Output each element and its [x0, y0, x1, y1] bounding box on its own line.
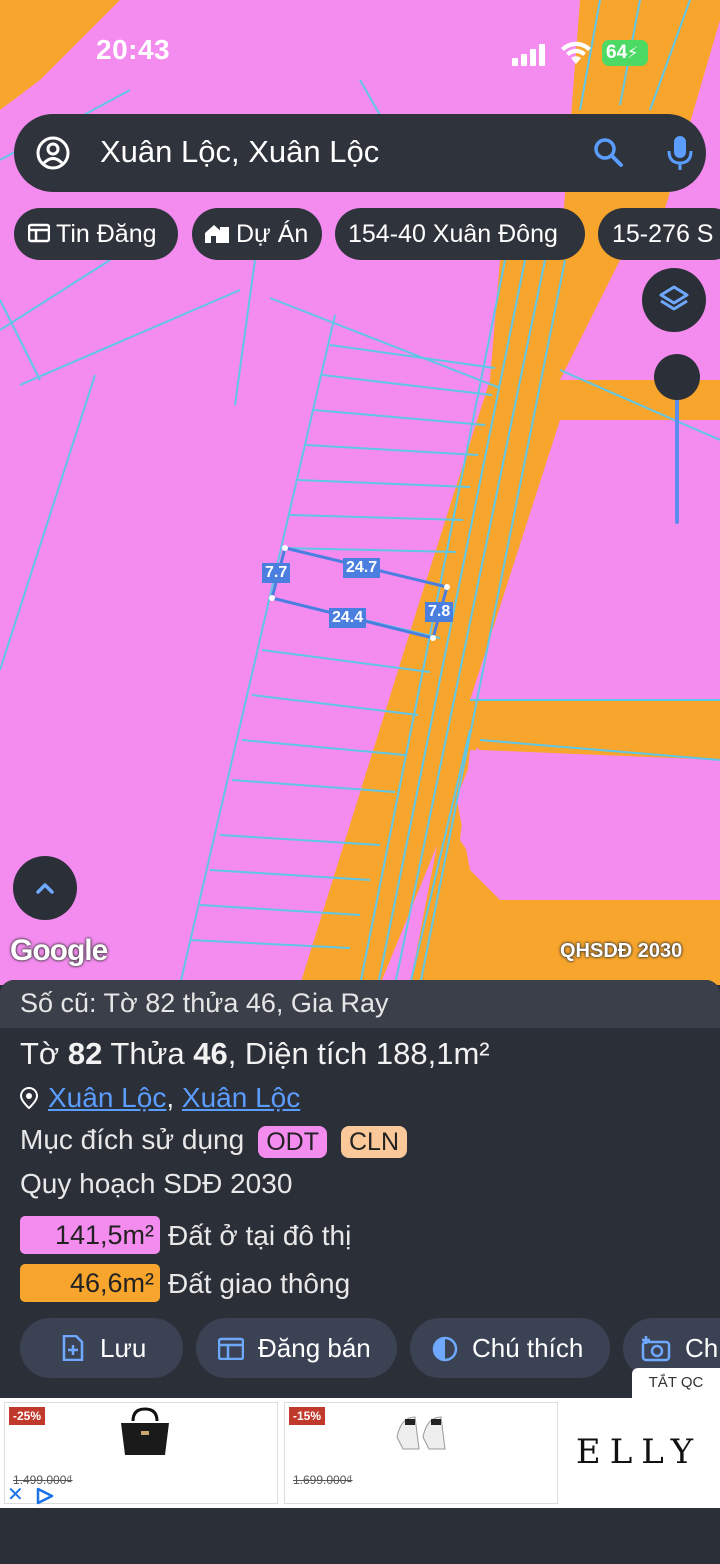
hide-ads-button[interactable]: TẮT QC	[632, 1368, 720, 1398]
chip-label: Tin Đăng	[56, 220, 157, 248]
old-number-row: Số cũ: Tờ 82 thửa 46, Gia Ray	[0, 980, 720, 1028]
legend-label: Chú thích	[472, 1333, 584, 1363]
location-row: Xuân Lộc, Xuân Lộc	[19, 1082, 300, 1114]
save-file-icon	[62, 1335, 84, 1361]
chip-saved-parcel-2[interactable]: 15-276 S	[598, 208, 720, 260]
chip-du-an[interactable]: Dự Án	[192, 208, 322, 260]
layers-button[interactable]	[642, 268, 706, 332]
discount-badge: -25%	[9, 1407, 46, 1425]
ad-product-card[interactable]: -15% 1.699.000₫	[284, 1402, 558, 1504]
status-time: 20:43	[96, 34, 171, 65]
residential-block-right-bottom	[460, 750, 720, 900]
google-watermark: Google	[10, 934, 108, 967]
district-link[interactable]: Xuân Lộc	[48, 1082, 166, 1113]
measure-bottom-label: 24.4	[329, 608, 367, 628]
microphone-icon[interactable]	[666, 134, 694, 172]
sell-label: Đăng bán	[258, 1333, 371, 1363]
legend-button[interactable]: Chú thích	[410, 1318, 610, 1378]
measure-top-label: 24.7	[343, 558, 381, 578]
battery-level: 64	[606, 42, 628, 63]
purpose-label: Mục đích sử dụng	[20, 1124, 245, 1155]
ad-close-icon[interactable]: ✕	[7, 1485, 24, 1505]
battery-indicator: 64⚡	[602, 40, 648, 66]
chip-saved-parcel-1[interactable]: 154-40 Xuân Đông	[335, 208, 585, 260]
sandals-image	[396, 1416, 446, 1450]
search-bar[interactable]: Xuân Lộc, Xuân Lộc	[14, 114, 706, 192]
ad-product-card[interactable]: -25% 1.499.000₫ ✕	[4, 1402, 278, 1505]
ad-choices-icon[interactable]	[35, 1487, 55, 1505]
save-label: Lưu	[100, 1333, 147, 1363]
title-prefix: Tờ	[20, 1036, 68, 1071]
ad-banner[interactable]: -25% 1.499.000₫ ✕ -15% 1.699.000₫ ELLY	[0, 1398, 720, 1508]
old-number-text: Số cũ: Tờ 82 thửa 46, Gia Ray	[20, 988, 389, 1018]
old-price: 1.699.000₫	[293, 1473, 353, 1487]
zoom-slider-handle[interactable]	[654, 354, 700, 400]
cellular-signal-icon	[512, 44, 545, 66]
province-link[interactable]: Xuân Lộc	[182, 1082, 300, 1113]
sell-button[interactable]: Đăng bán	[196, 1318, 397, 1378]
purpose-tag-odt: ODT	[258, 1125, 327, 1158]
parcel-area: , Diện tích 188,1m²	[227, 1036, 490, 1071]
search-query[interactable]: Xuân Lộc, Xuân Lộc	[100, 134, 379, 170]
plan-area-traffic: 46,6m²	[20, 1264, 160, 1302]
building-icon	[205, 225, 229, 244]
chip-label: 154-40 Xuân Đông	[348, 220, 558, 248]
status-bar: 20:43 64⚡	[0, 0, 720, 100]
account-icon[interactable]	[36, 136, 70, 170]
chevron-up-icon	[36, 883, 54, 894]
wifi-icon	[561, 41, 591, 64]
brand-logo[interactable]: ELLY	[560, 1400, 718, 1504]
contrast-icon	[432, 1336, 458, 1362]
handbag-image	[121, 1407, 169, 1455]
parcel-title: Tờ 82 Thửa 46, Diện tích 188,1m²	[20, 1036, 490, 1072]
bottom-bar	[0, 1508, 720, 1564]
plan-area-residential: 141,5m²	[20, 1216, 160, 1254]
chip-tin-dang[interactable]: Tin Đăng	[14, 208, 178, 260]
chip-label: Dự Án	[236, 220, 309, 248]
plan-label-residential: Đất ở tại đô thị	[168, 1220, 352, 1251]
layer-watermark: QHSDĐ 2030	[560, 940, 683, 962]
discount-badge: -15%	[289, 1407, 326, 1425]
purpose-tag-cln: CLN	[340, 1125, 407, 1158]
purpose-row: Mục đích sử dụng ODT CLN	[20, 1124, 407, 1158]
measure-left-label: 7.7	[262, 563, 291, 583]
sheet-number: 82	[67, 1036, 103, 1071]
search-icon[interactable]	[592, 136, 624, 168]
layers-icon	[659, 285, 689, 311]
chip-label: 15-276 S	[612, 220, 714, 248]
listing-icon	[218, 1337, 244, 1360]
listing-icon	[27, 224, 51, 243]
location-pin-icon	[19, 1086, 39, 1109]
camera-add-icon	[641, 1336, 671, 1362]
plan-label: Quy hoạch SDĐ 2030	[20, 1168, 293, 1199]
screenshot-label: Ch	[685, 1333, 719, 1363]
save-button[interactable]: Lưu	[20, 1318, 183, 1378]
charging-icon: ⚡	[627, 45, 639, 62]
brand-logo-text: ELLY	[575, 1432, 703, 1472]
plan-label-traffic: Đất giao thông	[168, 1268, 351, 1299]
measure-right-label: 7.8	[425, 602, 454, 622]
parcel-number: 46	[193, 1036, 228, 1071]
title-mid: Thửa	[102, 1036, 194, 1071]
expand-button[interactable]	[13, 856, 77, 920]
location-separator: ,	[166, 1082, 175, 1113]
